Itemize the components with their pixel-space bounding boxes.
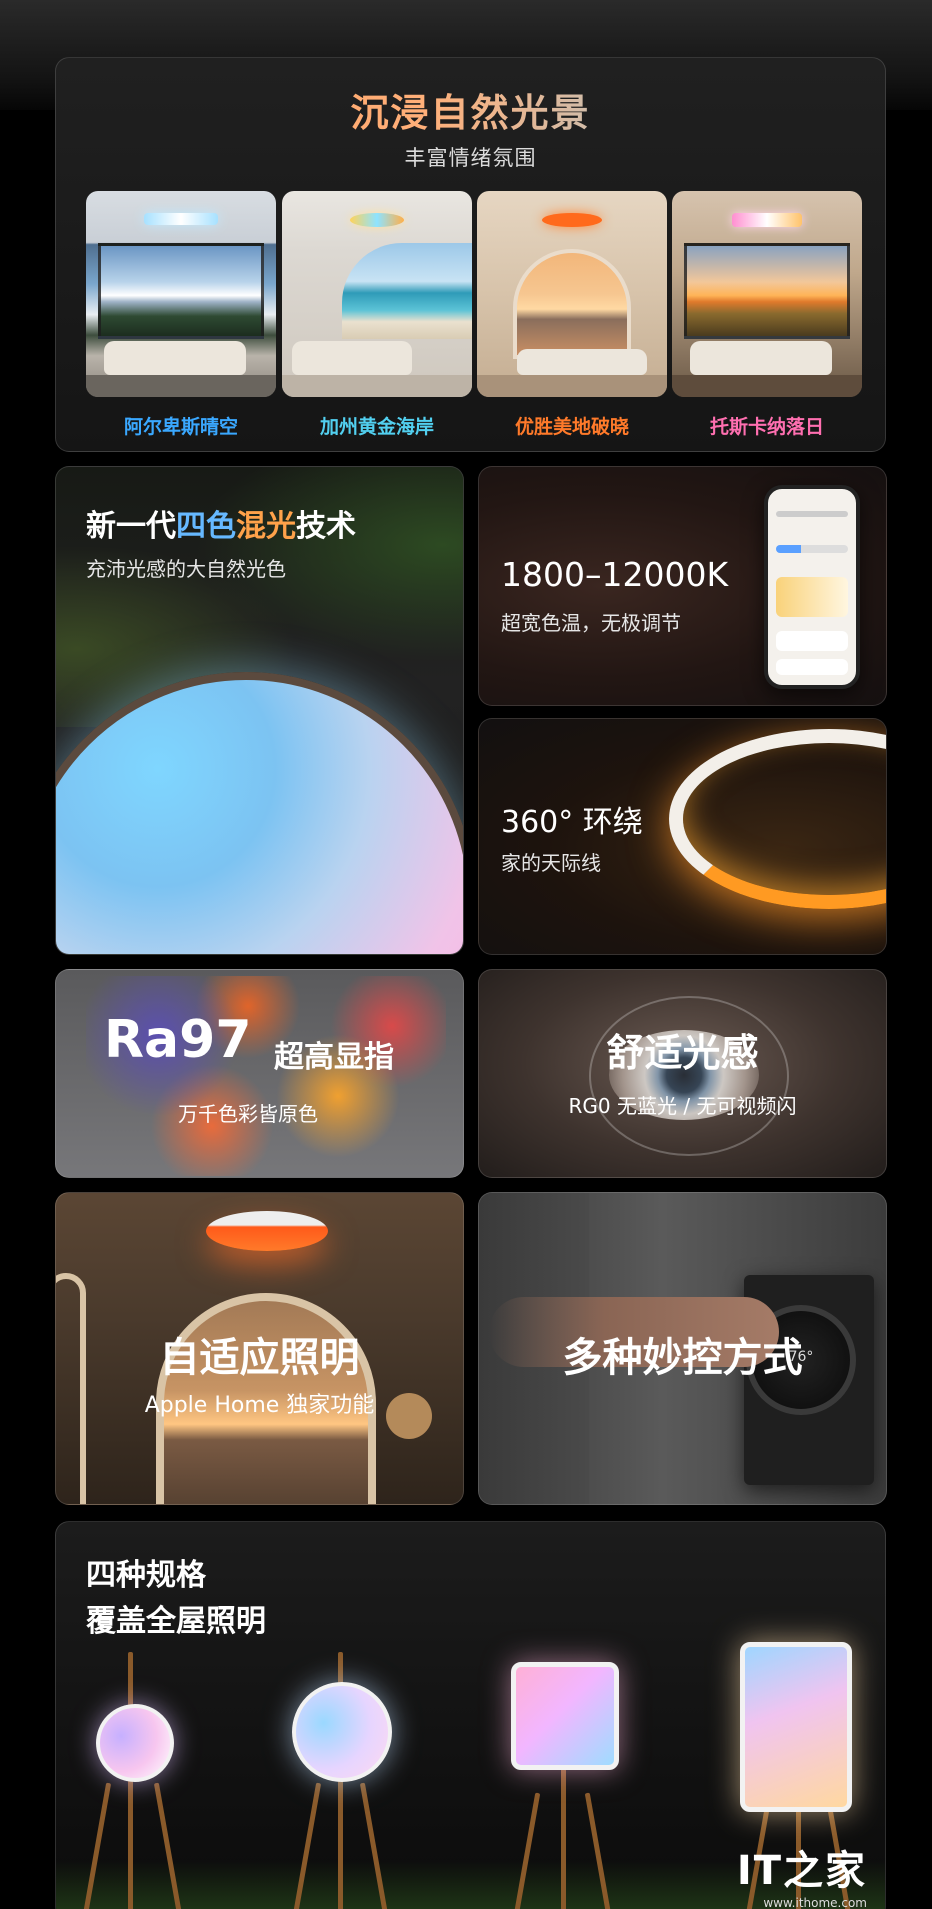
temperature-subtitle: 超宽色温，无极调节 [501, 611, 681, 635]
adaptive-title: 自适应照明 [159, 1335, 360, 1381]
ring-light-card: 360° 环绕 家的天际线 [478, 718, 887, 955]
tech-subtitle: 充沛光感的大自然光色 [86, 557, 286, 581]
adaptive-subtitle: Apple Home 独家功能 [144, 1393, 375, 1418]
control-methods-card: 76° 多种妙控方式 [478, 1192, 887, 1505]
sizes-title-line2: 覆盖全屋照明 [86, 1604, 266, 1639]
color-rendering-card: Ra97 超高显指 万千色彩皆原色 [55, 969, 464, 1178]
phone-mockup [764, 485, 860, 689]
flower-bouquet [86, 976, 446, 1176]
scene-label-alps: 阿尔卑斯晴空 [123, 416, 238, 438]
square-light-large [740, 1642, 852, 1812]
scenes-subtitle: 丰富情绪氛围 [404, 146, 537, 170]
round-light-large [292, 1682, 392, 1782]
tech-title-highlight-2: 混光 [236, 509, 296, 544]
color-temperature-card: 1800–12000K 超宽色温，无极调节 [478, 466, 887, 706]
watermark: IT之家 www.ithome.com [737, 1838, 867, 1909]
ring-light-fixture [669, 729, 886, 909]
sizes-title-line1: 四种规格 [86, 1558, 206, 1593]
scene-image-california [282, 191, 472, 397]
round-light-small [96, 1704, 174, 1782]
comfort-subtitle: RG0 无蓝光 / 无可视频闪 [568, 1094, 797, 1118]
four-sizes-card: 四种规格 覆盖全屋照明 IT之家 www.ithome.com [55, 1521, 886, 1909]
watermark-logo: IT之家 [736, 1848, 867, 1894]
tech-title-prefix: 新一代 [86, 509, 176, 544]
eye-comfort-card: 舒适光感 RG0 无蓝光 / 无可视频闪 [478, 969, 887, 1178]
scenes-title: 沉浸自然光景 [56, 82, 885, 137]
ring-subtitle: 家的天际线 [501, 851, 601, 875]
scene-image-tuscany [672, 191, 862, 397]
ring-title: 360° 环绕 [501, 805, 643, 840]
ra-value: Ra97 [104, 1010, 252, 1070]
tech-title: 新一代四色混光技术 [86, 501, 356, 545]
adaptive-lighting-card: 自适应照明 Apple Home 独家功能 [55, 1192, 464, 1505]
comfort-title: 舒适光感 [606, 1031, 759, 1075]
square-light-small [511, 1662, 619, 1770]
ra-subtitle: 万千色彩皆原色 [178, 1102, 318, 1126]
scene-image-alps [86, 191, 276, 397]
scenes-card: 沉浸自然光景 丰富情绪氛围 阿尔卑斯晴空 加州黄金海岸 优胜美地破晓 托斯卡纳落… [55, 57, 886, 452]
ra-title: 超高显指 [274, 1040, 394, 1075]
scene-image-yosemite [477, 191, 667, 397]
scene-label-yosemite: 优胜美地破晓 [514, 416, 629, 438]
temperature-range-title: 1800–12000K [501, 555, 729, 594]
scene-label-california: 加州黄金海岸 [319, 416, 434, 438]
scene-label-tuscany: 托斯卡纳落日 [709, 416, 824, 438]
tech-title-highlight-1: 四色 [176, 509, 236, 544]
four-color-mixing-card: 新一代四色混光技术 充沛光感的大自然光色 [55, 466, 464, 955]
tech-title-suffix: 技术 [296, 509, 356, 544]
control-title: 多种妙控方式 [562, 1335, 803, 1381]
ceiling-lamp [206, 1211, 328, 1251]
watermark-url: www.ithome.com [763, 1896, 867, 1909]
